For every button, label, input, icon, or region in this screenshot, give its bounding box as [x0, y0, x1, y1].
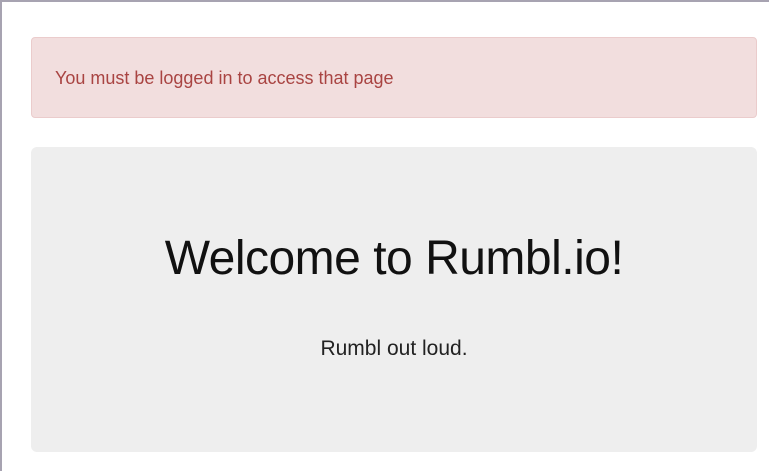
page-viewport: You must be logged in to access that pag…: [0, 0, 769, 471]
welcome-tagline: Rumbl out loud.: [320, 337, 468, 360]
login-required-alert: You must be logged in to access that pag…: [31, 37, 757, 118]
welcome-jumbotron: Welcome to Rumbl.io! Rumbl out loud.: [31, 147, 757, 452]
alert-message: You must be logged in to access that pag…: [55, 68, 394, 88]
welcome-title: Welcome to Rumbl.io!: [164, 232, 624, 285]
